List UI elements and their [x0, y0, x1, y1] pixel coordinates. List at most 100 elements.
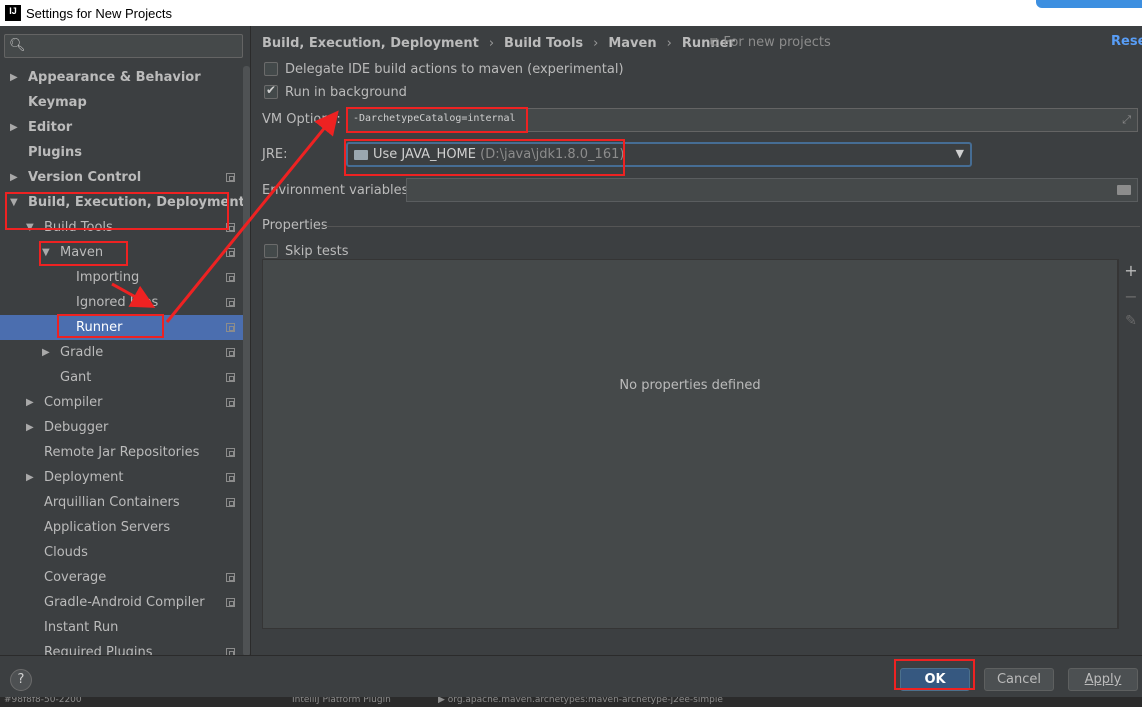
tree-item[interactable]: ▶ Version Control: [0, 165, 250, 190]
project-scope-icon: [226, 448, 235, 457]
skip-tests-option[interactable]: Skip tests: [264, 242, 349, 260]
cancel-button[interactable]: Cancel: [984, 668, 1054, 691]
skip-tests-label: Skip tests: [285, 243, 349, 259]
breadcrumb-separator: ›: [593, 35, 599, 51]
tree-item-label: Gant: [60, 370, 92, 385]
breadcrumb: Build, Execution, Deployment › Build Too…: [262, 34, 735, 52]
empty-properties-text: No properties defined: [619, 378, 761, 393]
breadcrumb-item: Maven: [608, 35, 657, 51]
delegate-build-checkbox[interactable]: [264, 62, 278, 76]
project-scope-icon: [226, 248, 235, 257]
tree-scrollbar[interactable]: [243, 66, 250, 655]
breadcrumb-item: Build, Execution, Deployment: [262, 35, 479, 51]
chevron-right-icon[interactable]: ▶: [10, 165, 18, 190]
tree-item-label: Clouds: [44, 545, 88, 560]
tree-item-label: Plugins: [28, 145, 82, 160]
annotation-box-runner: [57, 314, 164, 338]
annotation-box-build-execution: [5, 192, 229, 230]
tree-item[interactable]: Gant: [0, 365, 250, 390]
remove-icon[interactable]: −: [1119, 287, 1142, 306]
breadcrumb-separator: ›: [666, 35, 672, 51]
project-scope-icon: [226, 373, 235, 382]
tree-item-label: Gradle: [60, 345, 104, 360]
help-button[interactable]: ?: [10, 669, 32, 691]
chevron-right-icon[interactable]: ▶: [26, 465, 34, 490]
title-bar: IJ Settings for New Projects: [0, 0, 1142, 26]
tree-item-label: Arquillian Containers: [44, 495, 180, 510]
strip-left-text: #98f8f8-50-2200: [4, 697, 82, 705]
breadcrumb-separator: ›: [488, 35, 495, 51]
strip-right-text: ▶ org.apache.maven.archetypes:maven-arch…: [438, 697, 723, 705]
reset-link[interactable]: Reset: [1111, 34, 1142, 49]
tree-item[interactable]: Clouds: [0, 540, 250, 565]
delegate-build-option[interactable]: Delegate IDE build actions to maven (exp…: [264, 60, 624, 78]
tree-item[interactable]: Ignored Files: [0, 290, 250, 315]
tree-item[interactable]: ▶ Deployment: [0, 465, 250, 490]
tree-item-label: Keymap: [28, 95, 87, 110]
intellij-app-icon: IJ: [5, 5, 21, 21]
run-in-background-checkbox[interactable]: [264, 83, 278, 99]
chevron-right-icon[interactable]: ▶: [26, 415, 34, 440]
tree-item[interactable]: Plugins: [0, 140, 250, 165]
properties-toolbar: + − ✎: [1118, 259, 1142, 629]
strip-middle-text: IntelliJ Platform Plugin: [292, 697, 391, 705]
annotation-box-jre: [344, 139, 625, 176]
tree-item[interactable]: Keymap: [0, 90, 250, 115]
for-new-projects-label: ⧉ For new projects: [710, 35, 831, 50]
tree-item[interactable]: Importing: [0, 265, 250, 290]
project-scope-icon: [226, 298, 235, 307]
apply-button[interactable]: Apply: [1068, 668, 1138, 691]
tree-item-label: Compiler: [44, 395, 103, 410]
tree-item[interactable]: ▶ Gradle: [0, 340, 250, 365]
tree-item[interactable]: Required Plugins: [0, 640, 250, 655]
tree-item[interactable]: ▶ Editor: [0, 115, 250, 140]
settings-tree: ▶ Appearance & Behavior Keymap ▶ Editor Plugi…: [0, 65, 250, 655]
properties-table[interactable]: No properties defined: [262, 259, 1118, 629]
annotation-box-ok: [894, 659, 975, 690]
tree-item[interactable]: Instant Run: [0, 615, 250, 640]
tree-item[interactable]: Application Servers: [0, 515, 250, 540]
settings-tree-panel: 🔍︎ ▶ Appearance & Behavior Keymap ▶ Editor Pl…: [0, 26, 251, 655]
tree-item-label: Coverage: [44, 570, 107, 585]
tree-item[interactable]: ▶ Debugger: [0, 415, 250, 440]
chevron-right-icon[interactable]: ▶: [42, 340, 50, 365]
project-scope-icon: [226, 273, 235, 282]
tree-item-label: Application Servers: [44, 520, 171, 535]
project-scope-icon: [226, 348, 235, 357]
tree-item[interactable]: ▶ Compiler: [0, 390, 250, 415]
jre-label: JRE:: [262, 147, 288, 162]
tree-item-label: Editor: [28, 120, 73, 135]
vm-options-label: VM Options:: [262, 112, 341, 127]
project-scope-icon: [226, 173, 235, 182]
project-scope-icon: [226, 498, 235, 507]
tree-item[interactable]: Gradle-Android Compiler: [0, 590, 250, 615]
tree-item-label: Remote Jar Repositories: [44, 445, 200, 460]
project-scope-icon: [226, 648, 235, 655]
background-window-strip: #98f8f8-50-2200 IntelliJ Platform Plugin…: [0, 697, 1142, 707]
tree-item[interactable]: Remote Jar Repositories: [0, 440, 250, 465]
search-icon: 🔍︎: [9, 38, 26, 53]
expand-icon[interactable]: ⤢: [1122, 113, 1131, 127]
project-scope-icon: [226, 473, 235, 482]
run-in-background-option[interactable]: Run in background: [264, 83, 407, 101]
window-corner-widget: [1036, 0, 1142, 8]
tree-item[interactable]: Arquillian Containers: [0, 490, 250, 515]
chevron-right-icon[interactable]: ▶: [26, 390, 34, 415]
add-icon[interactable]: +: [1119, 261, 1142, 280]
settings-search-input[interactable]: 🔍︎: [4, 34, 243, 58]
properties-divider: [322, 226, 1140, 227]
skip-tests-checkbox[interactable]: [264, 244, 278, 258]
annotation-box-maven: [39, 241, 128, 266]
tree-item-label: Gradle-Android Compiler: [44, 595, 205, 610]
chevron-down-icon: ▼: [955, 147, 964, 160]
edit-icon[interactable]: ✎: [1119, 313, 1142, 329]
properties-section-title: Properties: [262, 218, 328, 233]
chevron-right-icon[interactable]: ▶: [10, 115, 18, 140]
folder-icon[interactable]: [1117, 185, 1131, 195]
environment-variables-input[interactable]: [406, 178, 1138, 202]
tree-item[interactable]: ▶ Appearance & Behavior: [0, 65, 250, 90]
project-scope-icon: [226, 573, 235, 582]
annotation-box-vm-options: [346, 107, 528, 133]
chevron-right-icon[interactable]: ▶: [10, 65, 18, 90]
tree-item[interactable]: Coverage: [0, 565, 250, 590]
